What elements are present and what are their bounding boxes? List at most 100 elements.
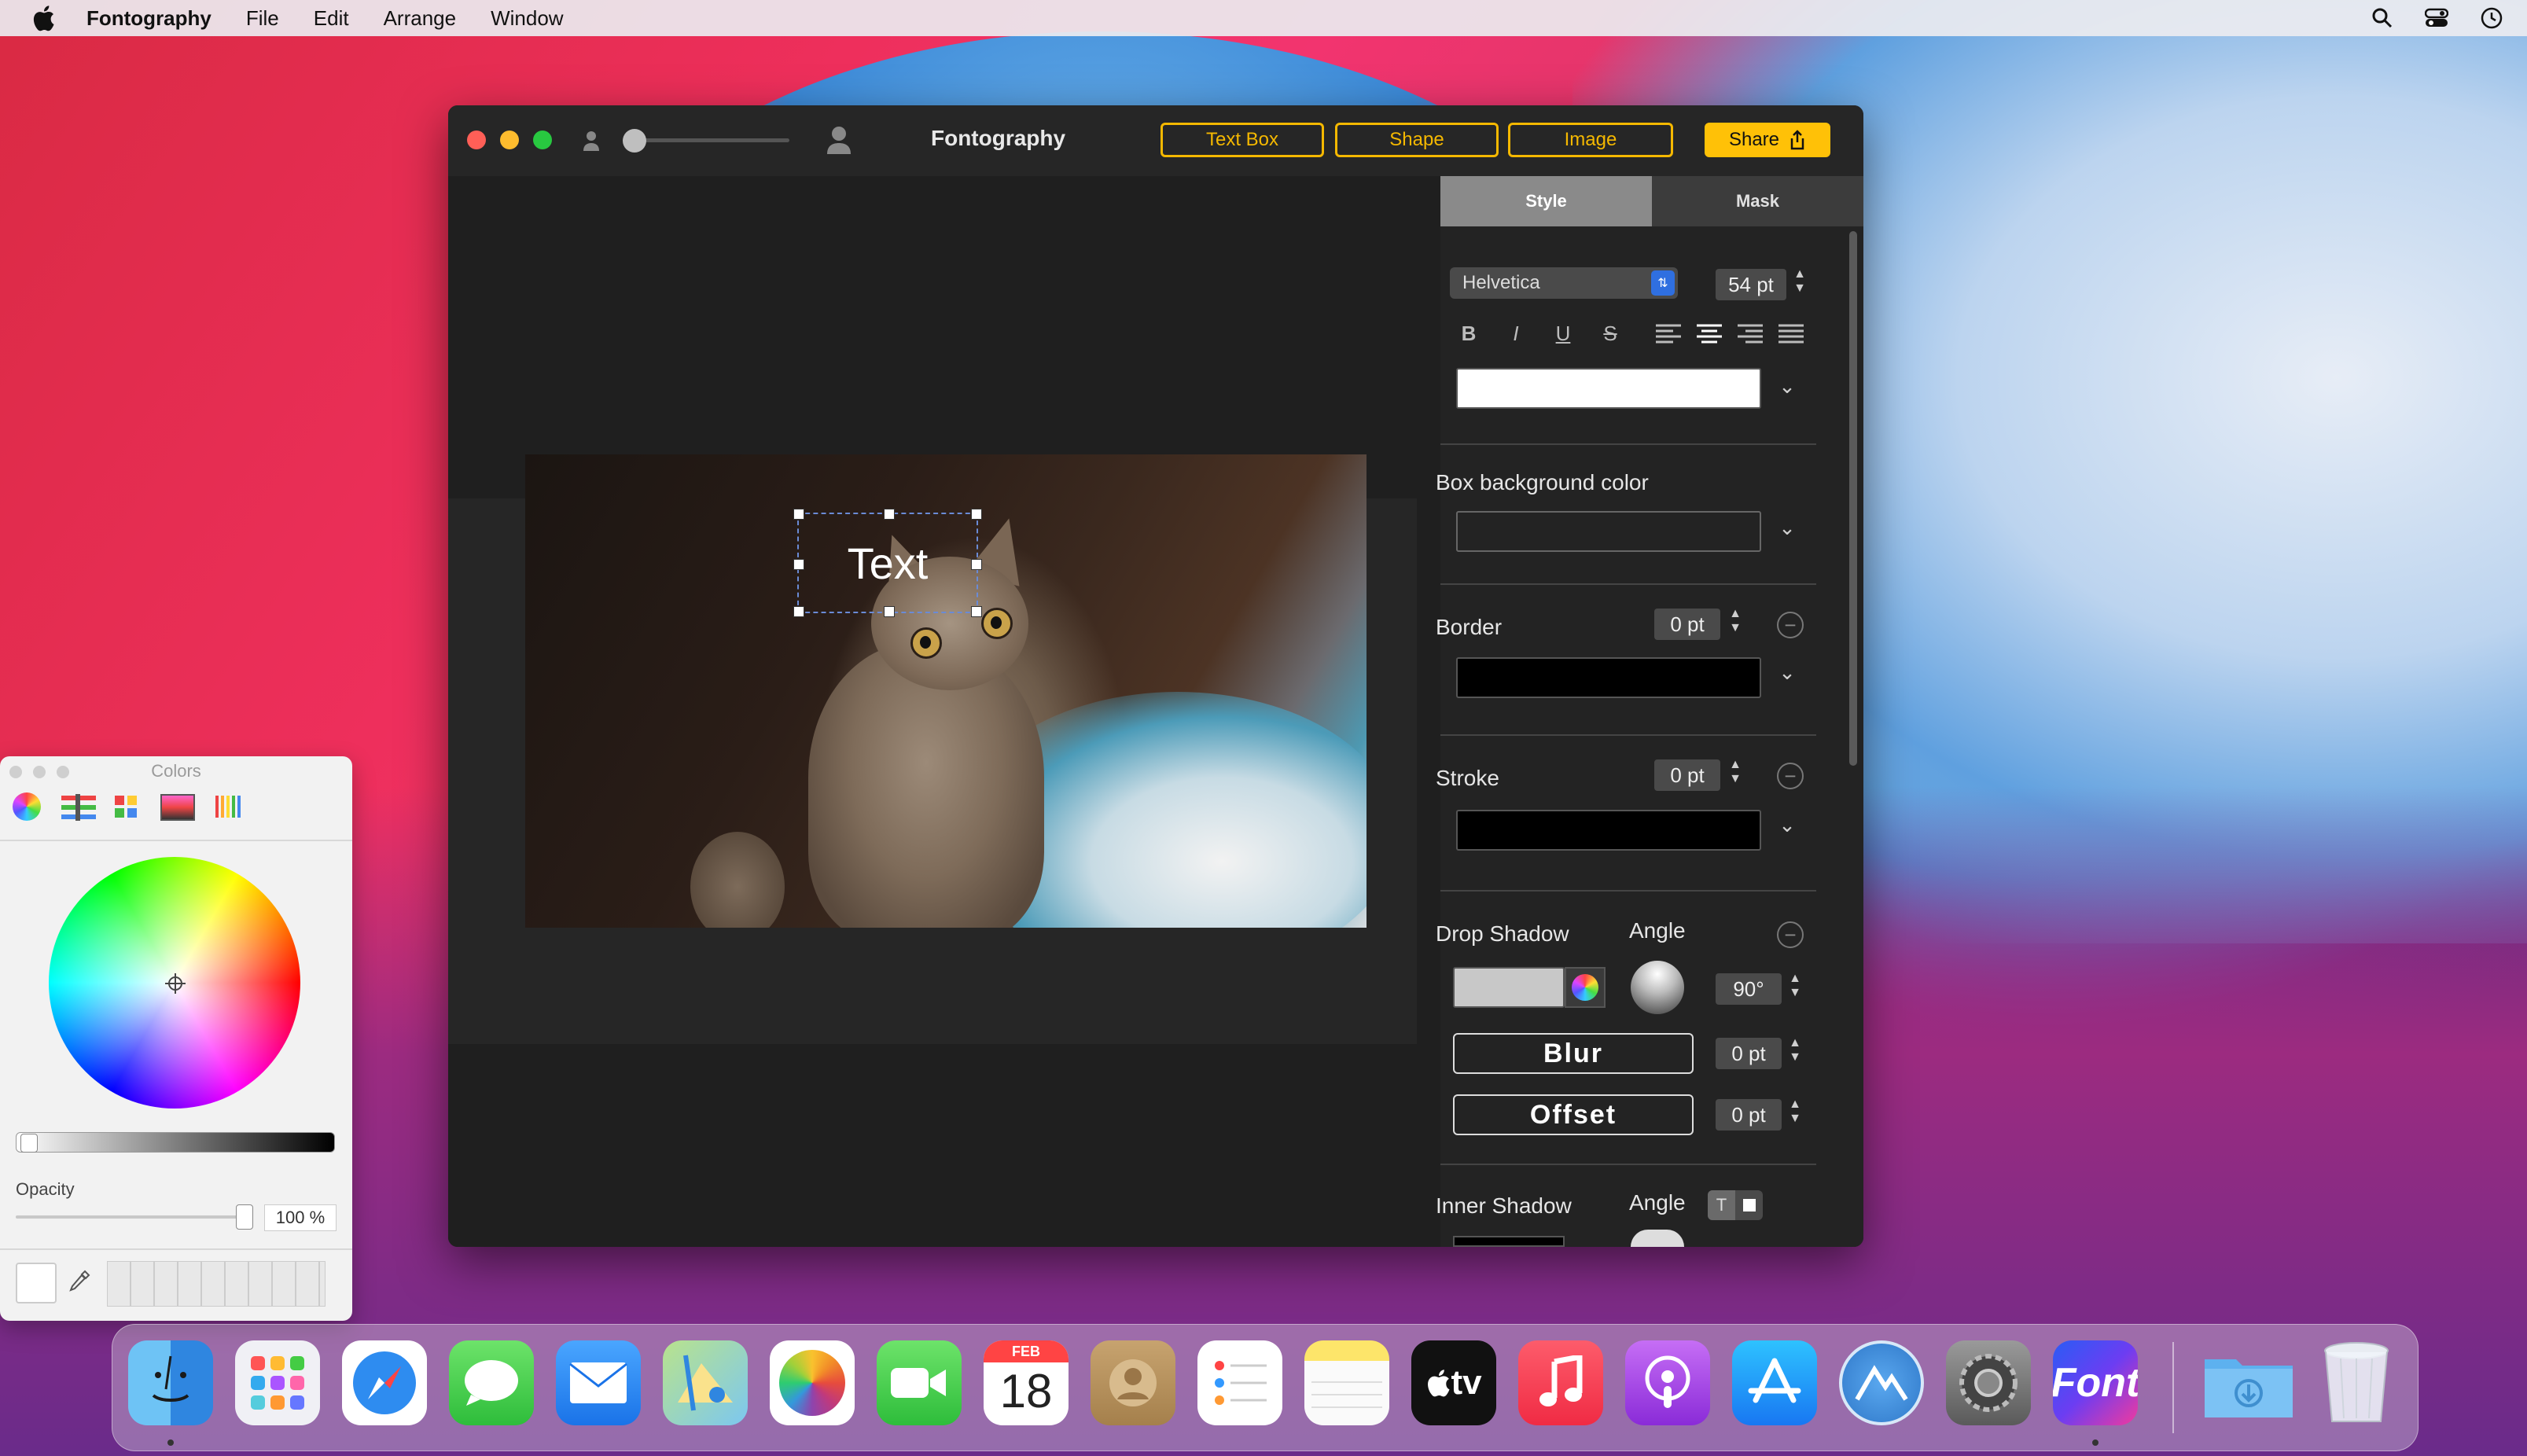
resize-handle-top-left[interactable] xyxy=(793,509,804,520)
box-background-color-well[interactable] xyxy=(1456,511,1761,552)
dock-mail-icon[interactable] xyxy=(556,1340,641,1425)
dock-messages-icon[interactable] xyxy=(449,1340,534,1425)
dock-maps-icon[interactable] xyxy=(663,1340,748,1425)
menu-file[interactable]: File xyxy=(246,6,279,31)
dock-photos-icon[interactable] xyxy=(770,1340,855,1425)
dock-trash-icon[interactable] xyxy=(2314,1340,2399,1425)
stroke-color-well[interactable] xyxy=(1456,810,1761,851)
zoom-slider-track[interactable] xyxy=(623,138,789,142)
inner-shadow-angle-dial[interactable] xyxy=(1631,1230,1684,1247)
offset-field[interactable]: 0 pt xyxy=(1716,1099,1782,1131)
menu-arrange[interactable]: Arrange xyxy=(384,6,457,31)
dock-contacts-icon[interactable] xyxy=(1091,1340,1175,1425)
box-background-chevron-icon[interactable]: ⌄ xyxy=(1775,516,1799,540)
image-palettes-mode-icon[interactable] xyxy=(160,794,195,821)
dock-tv-icon[interactable]: tv xyxy=(1411,1340,1496,1425)
resize-handle-right[interactable] xyxy=(971,559,982,570)
remove-border-button[interactable]: − xyxy=(1777,612,1804,638)
color-picker-button[interactable] xyxy=(1565,967,1606,1008)
dock-downloads-folder-icon[interactable] xyxy=(2199,1340,2298,1425)
font-size-stepper[interactable]: ▲ ▼ xyxy=(1791,267,1808,300)
resize-handle-top[interactable] xyxy=(884,509,895,520)
menu-window[interactable]: Window xyxy=(491,6,563,31)
align-right-icon[interactable] xyxy=(1734,322,1766,346)
pencils-mode-icon[interactable] xyxy=(214,792,244,821)
remove-stroke-button[interactable]: − xyxy=(1777,763,1804,789)
bold-button[interactable]: B xyxy=(1451,316,1486,351)
zoom-slider-knob[interactable] xyxy=(623,129,646,153)
strikethrough-button[interactable]: S xyxy=(1593,316,1628,351)
clock-icon[interactable] xyxy=(2480,6,2503,30)
cat-photo[interactable]: Text xyxy=(525,454,1366,928)
share-button[interactable]: Share xyxy=(1705,123,1830,157)
search-icon[interactable] xyxy=(2371,7,2393,29)
font-family-popup[interactable]: Helvetica ⇅ xyxy=(1450,267,1678,299)
border-color-chevron-icon[interactable]: ⌄ xyxy=(1775,660,1799,685)
underline-button[interactable]: U xyxy=(1546,316,1580,351)
opacity-slider-knob[interactable] xyxy=(236,1204,253,1230)
control-center-icon[interactable] xyxy=(2425,7,2448,29)
drop-shadow-color-well[interactable] xyxy=(1453,967,1565,1008)
inner-shadow-box-option[interactable] xyxy=(1735,1190,1763,1220)
text-box-button[interactable]: Text Box xyxy=(1161,123,1324,157)
italic-button[interactable]: I xyxy=(1499,316,1533,351)
blur-field[interactable]: 0 pt xyxy=(1716,1038,1782,1069)
remove-drop-shadow-button[interactable]: − xyxy=(1777,921,1804,948)
offset-stepper[interactable]: ▲ ▼ xyxy=(1786,1098,1804,1131)
shape-button[interactable]: Shape xyxy=(1335,123,1499,157)
color-palettes-mode-icon[interactable] xyxy=(113,794,140,821)
resize-handle-bottom-left[interactable] xyxy=(793,606,804,617)
dock-system-preferences-icon[interactable] xyxy=(1946,1340,2031,1425)
blur-label-button[interactable]: Blur xyxy=(1453,1033,1694,1074)
align-center-icon[interactable] xyxy=(1694,322,1725,346)
text-color-chevron-icon[interactable]: ⌄ xyxy=(1775,374,1799,399)
opacity-field[interactable]: 100 % xyxy=(264,1204,337,1231)
current-color-well[interactable] xyxy=(16,1263,57,1303)
menu-edit[interactable]: Edit xyxy=(314,6,349,31)
dock-podcasts-icon[interactable] xyxy=(1625,1340,1710,1425)
align-justify-icon[interactable] xyxy=(1775,322,1807,346)
border-color-well[interactable] xyxy=(1456,657,1761,698)
tab-mask[interactable]: Mask xyxy=(1652,176,1863,226)
close-window-button[interactable] xyxy=(467,131,486,149)
inner-shadow-toggle[interactable]: T xyxy=(1708,1190,1763,1220)
minimize-window-button[interactable] xyxy=(500,131,519,149)
dock-safari-icon[interactable] xyxy=(342,1340,427,1425)
stroke-width-field[interactable]: 0 pt xyxy=(1654,759,1720,791)
font-size-field[interactable]: 54 pt xyxy=(1716,269,1786,300)
dock-launchpad-icon[interactable] xyxy=(235,1340,320,1425)
border-width-field[interactable]: 0 pt xyxy=(1654,609,1720,640)
zoom-window-button[interactable] xyxy=(533,131,552,149)
brightness-slider[interactable] xyxy=(16,1132,335,1153)
drop-shadow-angle-stepper[interactable]: ▲ ▼ xyxy=(1786,972,1804,1005)
resize-handle-bottom[interactable] xyxy=(884,606,895,617)
image-button[interactable]: Image xyxy=(1508,123,1673,157)
opacity-slider[interactable] xyxy=(16,1215,252,1219)
inner-shadow-color-well[interactable] xyxy=(1453,1236,1565,1247)
color-wheel-mode-icon[interactable] xyxy=(13,792,41,821)
angle-dial[interactable] xyxy=(1631,961,1684,1014)
text-layer[interactable]: Text xyxy=(793,509,982,617)
dock-app-store-icon[interactable] xyxy=(1732,1340,1817,1425)
resize-handle-top-right[interactable] xyxy=(971,509,982,520)
inspector-scrollbar[interactable] xyxy=(1849,231,1857,766)
align-left-icon[interactable] xyxy=(1653,322,1684,346)
dock-reminders-icon[interactable] xyxy=(1197,1340,1282,1425)
drop-shadow-angle-field[interactable]: 90° xyxy=(1716,973,1782,1005)
eyedropper-icon[interactable] xyxy=(68,1269,91,1297)
dock-calendar-icon[interactable]: FEB 18 xyxy=(984,1340,1069,1425)
color-swatch-grid[interactable] xyxy=(107,1261,326,1307)
stroke-color-chevron-icon[interactable]: ⌄ xyxy=(1775,813,1799,837)
stroke-width-stepper[interactable]: ▲ ▼ xyxy=(1727,758,1744,791)
dock-music-icon[interactable] xyxy=(1518,1340,1603,1425)
dock-finder-icon[interactable] xyxy=(128,1340,213,1425)
border-width-stepper[interactable]: ▲ ▼ xyxy=(1727,607,1744,640)
blur-stepper[interactable]: ▲ ▼ xyxy=(1786,1036,1804,1069)
dock-notes-icon[interactable] xyxy=(1304,1340,1389,1425)
resize-handle-left[interactable] xyxy=(793,559,804,570)
brightness-slider-knob[interactable] xyxy=(20,1134,38,1153)
offset-label-button[interactable]: Offset xyxy=(1453,1094,1694,1135)
resize-handle-bottom-right[interactable] xyxy=(971,606,982,617)
inner-shadow-text-option[interactable]: T xyxy=(1708,1190,1735,1220)
dock-fontography-icon[interactable]: Font xyxy=(2053,1340,2138,1425)
